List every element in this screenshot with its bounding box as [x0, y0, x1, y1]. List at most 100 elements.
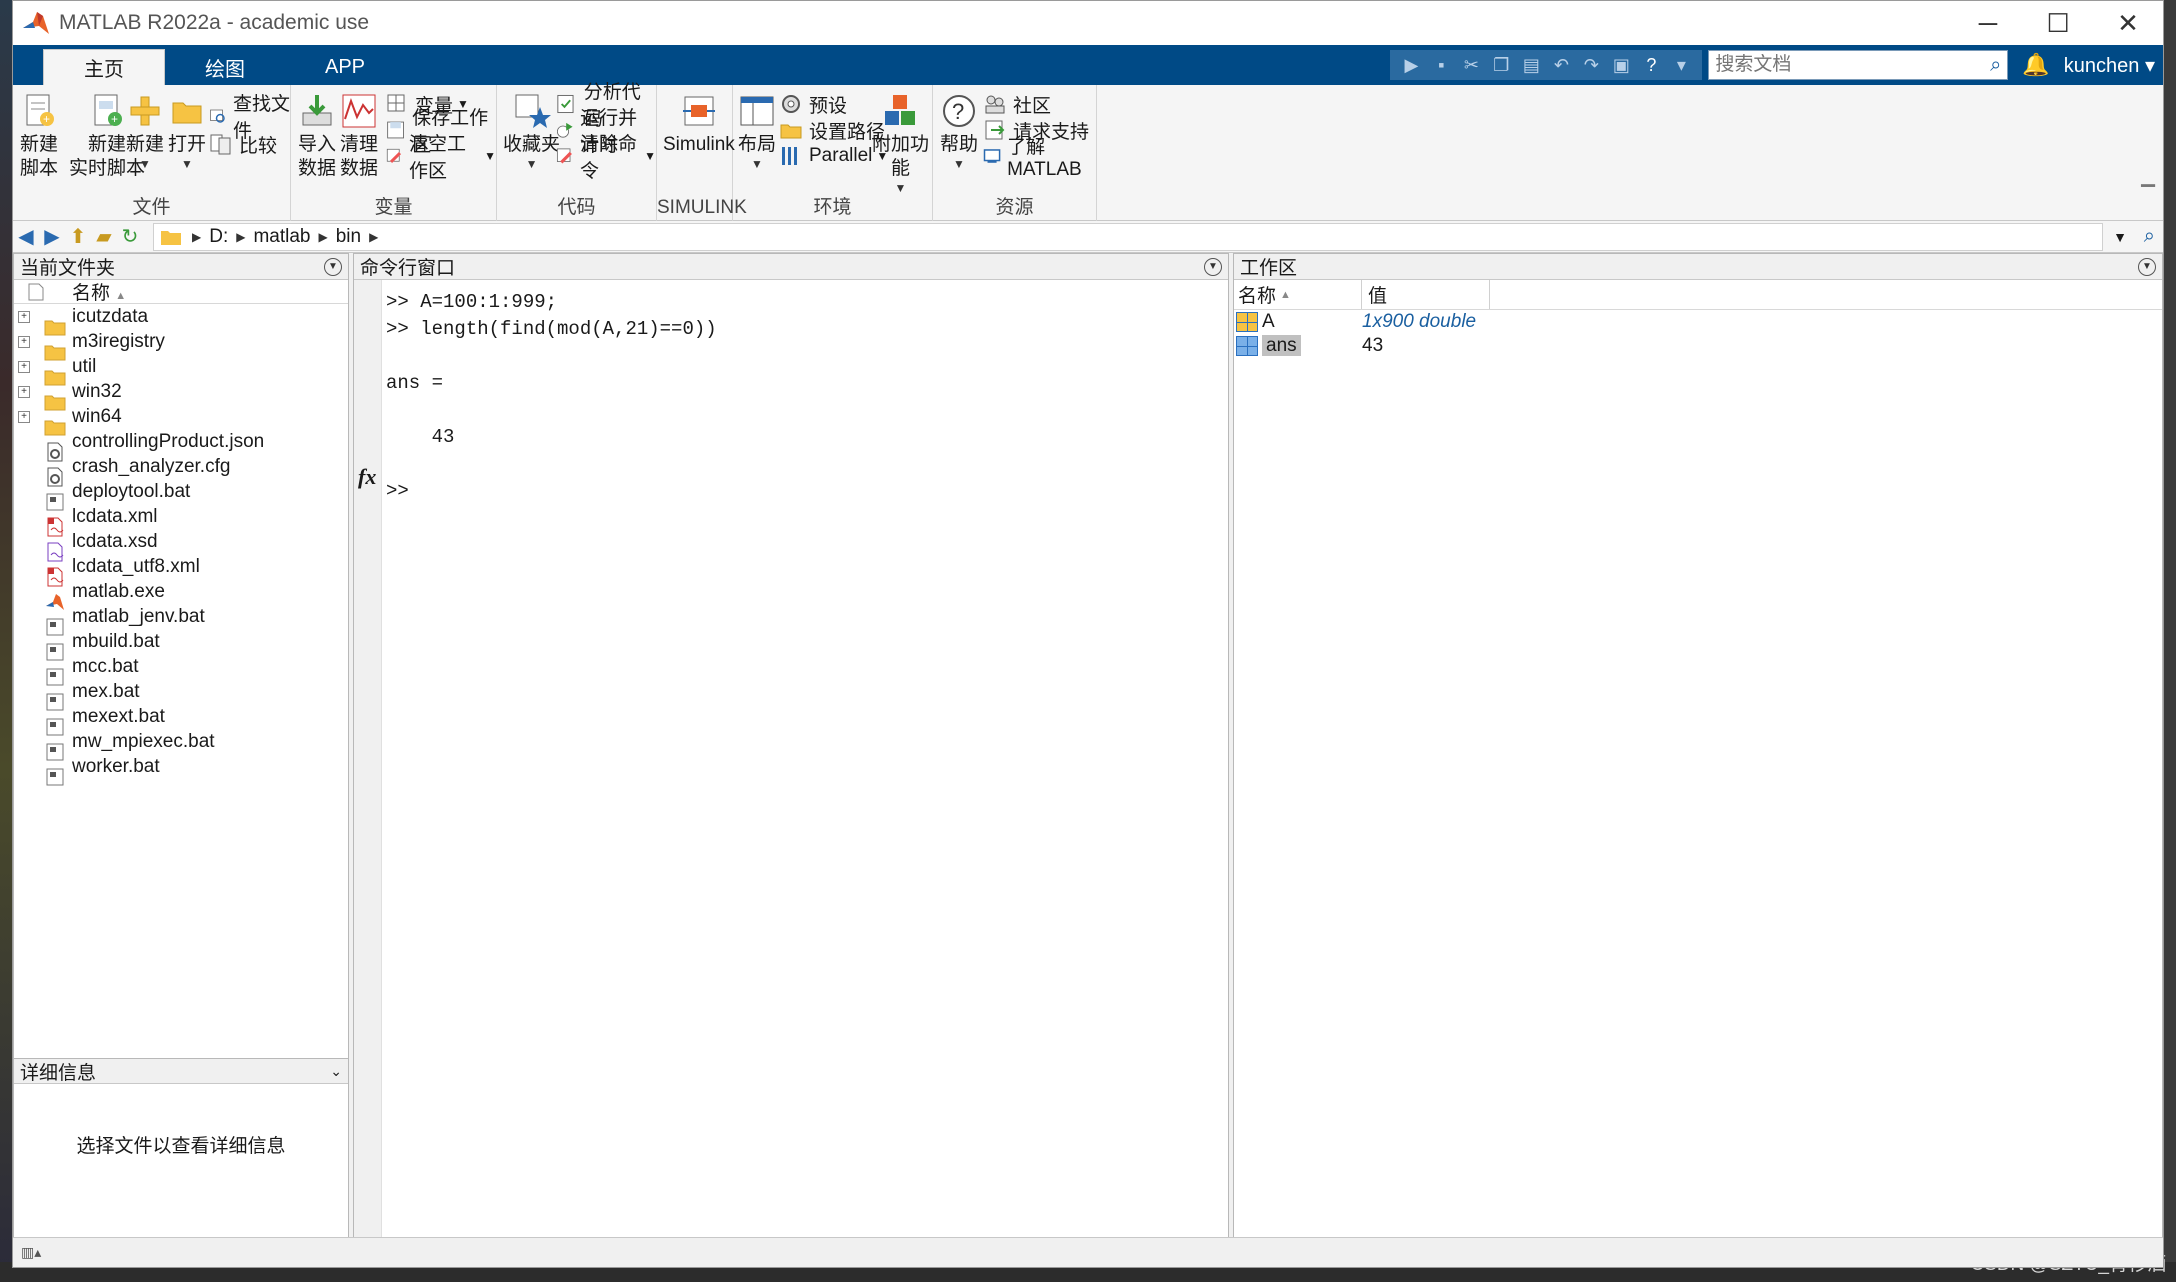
clear-workspace-button[interactable]: 清空工作区 ▼ [385, 134, 496, 182]
browse-for-folder-icon[interactable]: ↻ [117, 225, 143, 249]
clear-commands-button[interactable]: 清除命令 ▼ [555, 134, 656, 182]
addons-label: 附加功能 [871, 134, 929, 179]
file-list-item[interactable]: lcdata_utf8.xml [14, 554, 348, 586]
search-icon[interactable]: ⌕ [1990, 54, 2001, 77]
name-column-header[interactable]: 名称 ▲ [72, 278, 126, 305]
file-list-item[interactable]: matlab_jenv.bat [14, 604, 348, 635]
undo-icon[interactable]: ↶ [1546, 53, 1576, 77]
breadcrumb-drive[interactable]: D: [209, 226, 228, 248]
address-dropdown-icon[interactable]: ▼ [2113, 229, 2127, 245]
simulink-button[interactable]: Simulink [663, 91, 735, 157]
help-icon[interactable]: ? [1636, 53, 1666, 77]
file-list-item[interactable]: controllingProduct.json [14, 429, 348, 461]
breadcrumb-bin[interactable]: bin [336, 226, 361, 248]
back-arrow-icon[interactable]: ◀ [13, 225, 39, 249]
customize-icon[interactable]: ▾ [1666, 53, 1696, 77]
file-list-item[interactable]: + win64 [14, 404, 348, 435]
workspace-name-column-label: 名称 [1238, 286, 1277, 307]
title-bar: MATLAB R2022a - academic use ─ ☐ ✕ [13, 1, 2163, 45]
forward-arrow-icon[interactable]: ▶ [39, 225, 65, 249]
command-line [386, 450, 1228, 477]
command-output[interactable]: >> A=100:1:999; >> length(find(mod(A,21)… [386, 288, 1228, 504]
file-list-item[interactable]: deploytool.bat [14, 479, 348, 510]
workspace-value-column-label: 值 [1368, 286, 1388, 307]
workspace-name-column[interactable]: 名称 ▲ [1234, 280, 1362, 309]
search-input[interactable] [1715, 54, 1966, 76]
chevron-down-icon: ▼ [644, 149, 656, 163]
collapse-ribbon-icon[interactable]: ▔ [2141, 185, 2155, 206]
breadcrumb-separator: ▶ [318, 229, 328, 244]
file-list-item[interactable]: worker.bat [14, 754, 348, 785]
expand-icon[interactable]: + [18, 385, 30, 398]
addons-button[interactable]: 附加功能 ▼ [869, 91, 932, 195]
new-button[interactable]: 新建 ▼ [125, 91, 165, 171]
file-list-item[interactable]: lcdata.xsd [14, 529, 348, 561]
expand-icon[interactable]: + [18, 335, 30, 348]
learn-matlab-icon [983, 149, 1001, 163]
cut-icon[interactable]: ✂ [1456, 53, 1486, 77]
file-list-item[interactable]: mw_mpiexec.bat [14, 729, 348, 760]
tab-home[interactable]: 主页 [43, 49, 165, 85]
file-list-item[interactable]: mbuild.bat [14, 629, 348, 660]
panel-options-icon[interactable]: ▼ [2138, 257, 2156, 276]
file-list-item[interactable]: mexext.bat [14, 704, 348, 735]
workspace-row[interactable]: A 1x900 double [1234, 310, 2162, 334]
current-folder-header: 当前文件夹 ▼ [14, 254, 348, 280]
save-icon[interactable]: ▪ [1426, 53, 1456, 77]
status-bar-grip-icon[interactable]: ▥▴ [21, 1244, 41, 1261]
preferences-button[interactable]: 预设 [779, 91, 847, 117]
find-files-button[interactable]: 查找文件 [209, 94, 290, 142]
chevron-down-icon[interactable]: ⌄ [330, 1063, 342, 1080]
search-documentation[interactable]: ⌕ [1708, 50, 2009, 80]
learn-matlab-button[interactable]: 了解 MATLAB [983, 137, 1096, 180]
file-list-item[interactable]: mcc.bat [14, 654, 348, 685]
close-button[interactable]: ✕ [2093, 1, 2163, 45]
paste-icon[interactable]: ▤ [1516, 53, 1546, 77]
import-data-button[interactable]: 导入 数据 [297, 91, 337, 181]
file-list-header: 名称 ▲ [14, 280, 348, 304]
maximize-button[interactable]: ☐ [2023, 1, 2093, 45]
panel-options-icon[interactable]: ▼ [324, 257, 342, 276]
notification-bell-icon[interactable]: 🔔 [2022, 52, 2049, 78]
up-folder-icon[interactable]: ⬆ [65, 225, 91, 249]
file-list-item[interactable]: + icutzdata [14, 304, 348, 335]
help-button[interactable]: ? 帮助 ▼ [939, 91, 979, 171]
command-prompt[interactable]: >> [386, 477, 1228, 504]
file-list-item[interactable]: + util [14, 354, 348, 385]
workspace-row[interactable]: ans 43 [1234, 334, 2162, 358]
expand-icon[interactable]: + [18, 360, 30, 373]
switch-windows-icon[interactable]: ▣ [1606, 53, 1636, 77]
copy-icon[interactable]: ❐ [1486, 53, 1516, 77]
file-list-item[interactable]: matlab.exe [14, 579, 348, 610]
expand-icon[interactable]: + [18, 310, 30, 323]
workspace-value-column[interactable]: 值 [1362, 280, 1490, 309]
search-folder-icon[interactable]: ⌕ [2144, 225, 2155, 248]
favorites-button[interactable]: 收藏夹 ▼ [503, 91, 560, 171]
tab-plots[interactable]: 绘图 [165, 49, 285, 85]
file-list-item[interactable]: lcdata.xml [14, 504, 348, 536]
breadcrumb-matlab[interactable]: matlab [253, 226, 310, 248]
file-list-item[interactable]: crash_analyzer.cfg [14, 454, 348, 486]
compare-button[interactable]: 比较 [209, 131, 277, 157]
new-script-button[interactable]: + 新建 脚本 [19, 91, 59, 181]
redo-icon[interactable]: ↷ [1576, 53, 1606, 77]
function-browser-icon[interactable]: fx [358, 464, 376, 490]
open-button[interactable]: 打开 ▼ [167, 91, 207, 171]
run-icon[interactable]: ▶ [1396, 53, 1426, 77]
file-list-item[interactable]: + win32 [14, 379, 348, 410]
minimize-button[interactable]: ─ [1953, 1, 2023, 45]
matlab-window: MATLAB R2022a - academic use ─ ☐ ✕ 主页 绘图… [12, 0, 2164, 1268]
file-name: deploytool.bat [72, 480, 191, 502]
browse-folder-icon[interactable]: ▰ [91, 225, 117, 249]
user-account-menu[interactable]: kunchen ▾ [2064, 53, 2155, 78]
clean-data-button[interactable]: 清理 数据 [339, 91, 379, 181]
file-list-item[interactable]: + m3iregistry [14, 329, 348, 360]
file-list-item[interactable]: mex.bat [14, 679, 348, 710]
expand-icon[interactable]: + [18, 410, 30, 423]
file-name: win64 [72, 405, 122, 427]
panel-options-icon[interactable]: ▼ [1204, 257, 1222, 276]
breadcrumb[interactable]: ▶ D: ▶ matlab ▶ bin ▶ [153, 222, 2103, 251]
layout-button[interactable]: 布局 ▼ [737, 91, 777, 171]
tab-apps[interactable]: APP [285, 49, 405, 85]
community-button[interactable]: 社区 [983, 91, 1051, 117]
